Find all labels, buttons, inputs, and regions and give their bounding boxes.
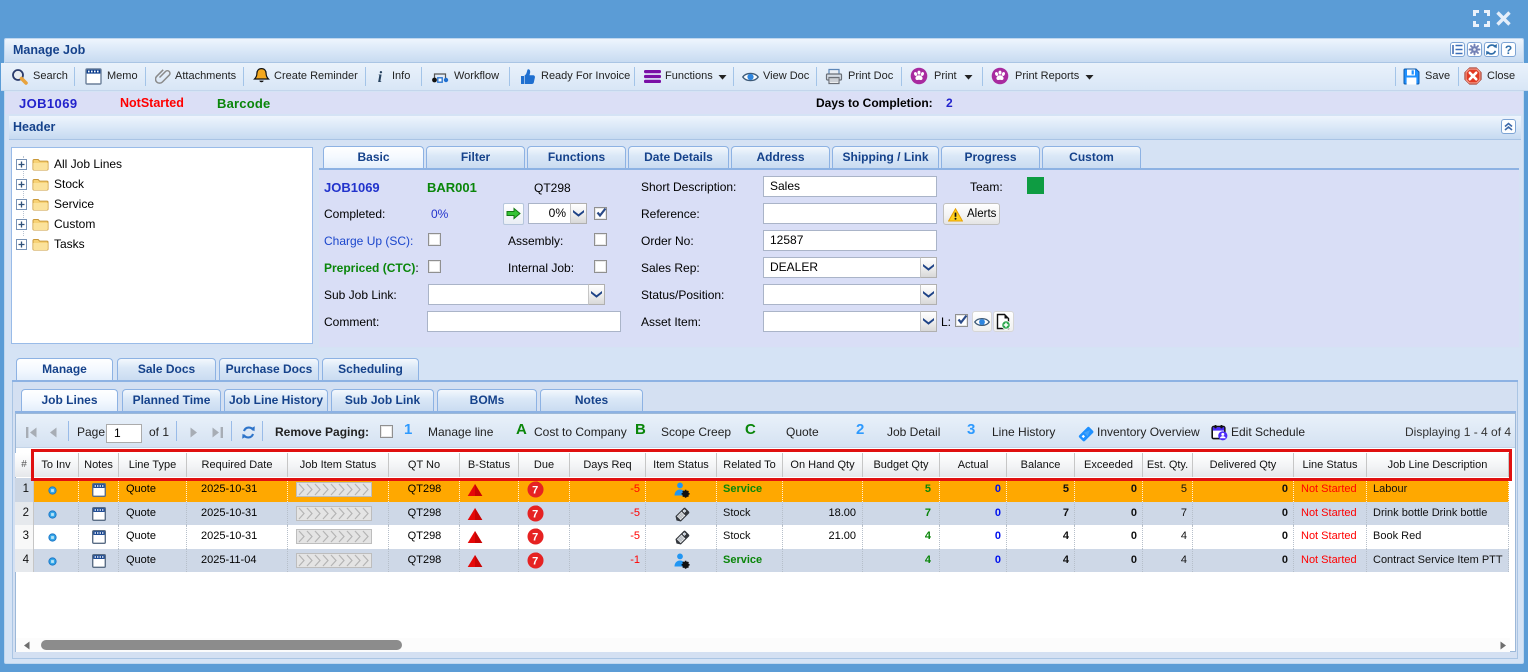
svg-text:7: 7 — [532, 508, 538, 520]
svg-text:i: i — [378, 69, 383, 85]
svg-text:7: 7 — [532, 485, 538, 497]
svg-text:7: 7 — [532, 555, 538, 567]
svg-text:7: 7 — [532, 532, 538, 544]
svg-text:?: ? — [1505, 43, 1512, 56]
